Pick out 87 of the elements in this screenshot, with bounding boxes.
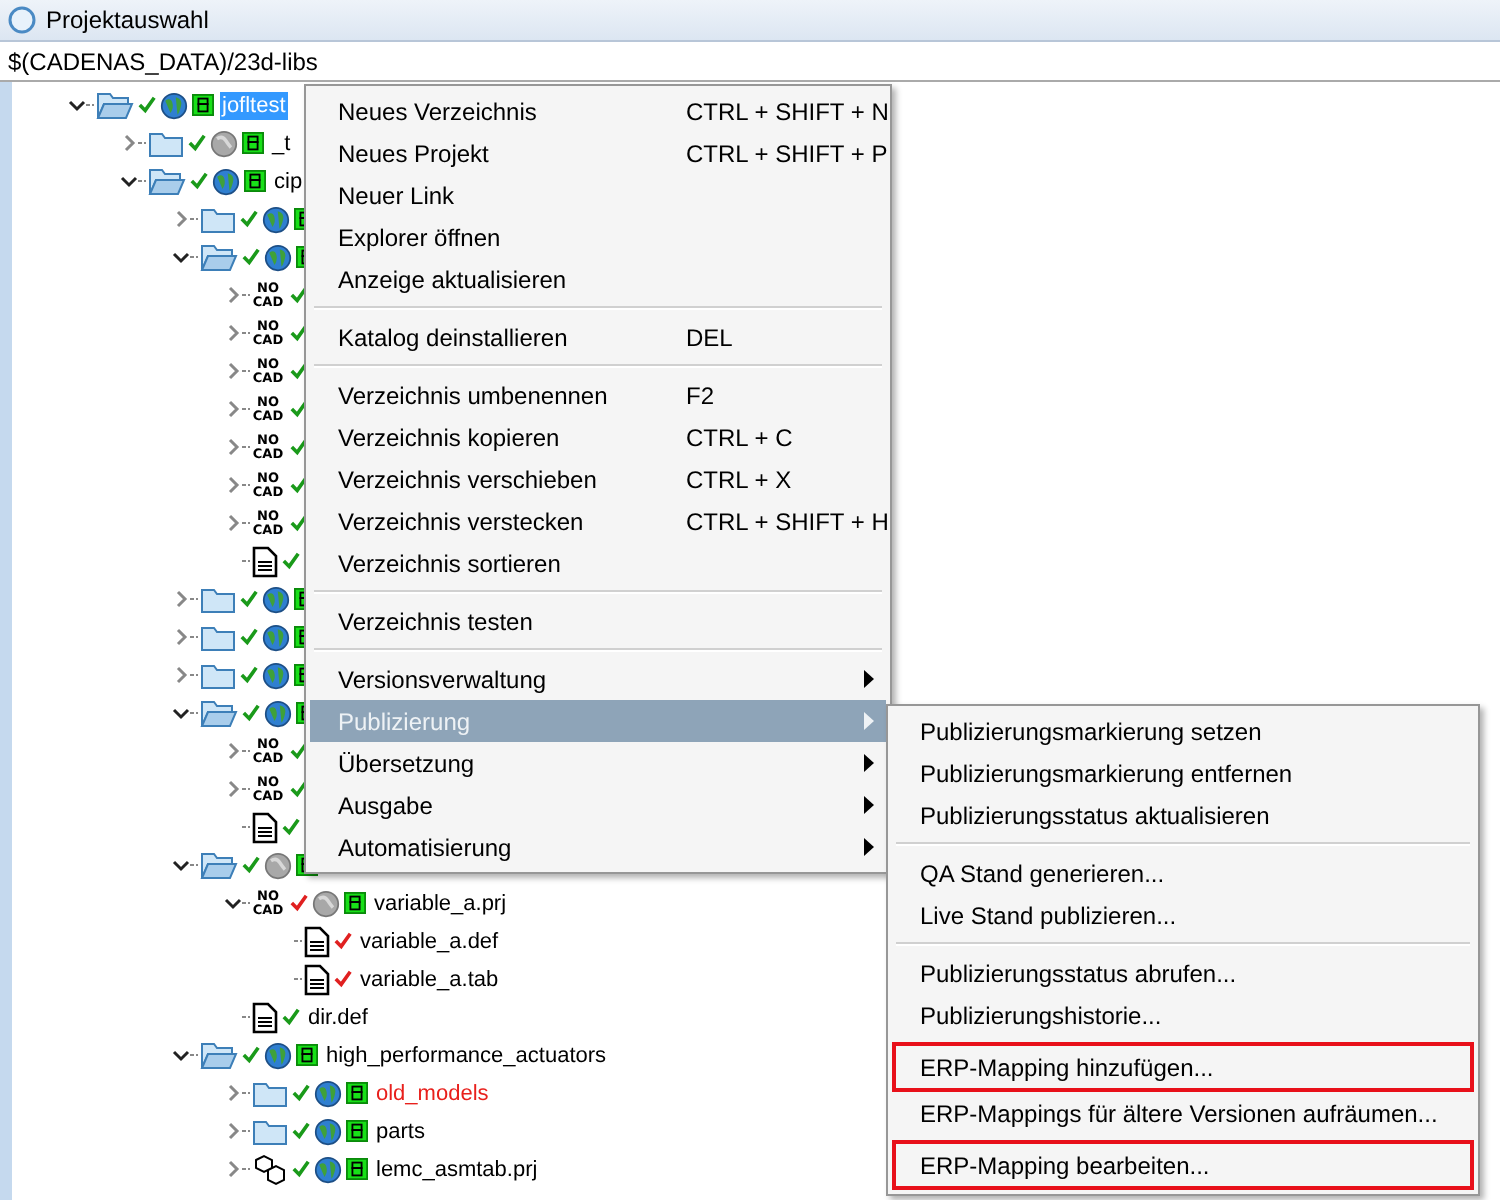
menu-item[interactable]: Katalog deinstallieren DEL [310,316,886,358]
open-folder-icon [200,850,238,880]
folder-icon [200,204,236,234]
menu-item[interactable]: Anzeige aktualisieren [310,258,886,300]
tree-item[interactable]: variable_a.prj [372,889,509,917]
menu-item[interactable]: Ausgabe [310,784,886,826]
menu-item[interactable]: Übersetzung [310,742,886,784]
submenu-arrow-icon [864,796,874,814]
chevron-right-icon[interactable] [223,286,241,304]
menu-item[interactable]: Neues Projekt CTRL + SHIFT + P [310,132,886,174]
tree-item[interactable]: old_models [374,1079,491,1107]
tree-item[interactable]: lemc_asmtab.prj [374,1155,540,1183]
folder-icon [252,1116,288,1146]
menu-item[interactable]: Live Stand publizieren... [892,894,1474,936]
document-icon [304,963,330,995]
open-folder-icon [200,242,238,272]
folder-icon [148,128,184,158]
chevron-down-icon[interactable] [171,1046,189,1064]
menu-item[interactable]: Verzeichnis testen [310,600,886,642]
chevron-right-icon[interactable] [223,476,241,494]
chevron-right-icon[interactable] [223,514,241,532]
menu-item[interactable]: Neuer Link [310,174,886,216]
document-icon [252,1001,278,1033]
app-icon [8,6,36,34]
menu-item[interactable]: Publizierungsstatus aktualisieren [892,794,1474,836]
chevron-right-icon[interactable] [223,438,241,456]
chevron-right-icon[interactable] [223,1084,241,1102]
menu-item[interactable]: QA Stand generieren... [892,852,1474,894]
chevron-down-icon[interactable] [171,248,189,266]
document-icon [252,811,278,843]
chevron-down-icon[interactable] [171,856,189,874]
path-text: $(CADENAS_DATA)/23d-libs [8,47,318,75]
submenu-arrow-icon [864,670,874,688]
folder-icon [200,622,236,652]
menu-item[interactable]: Verzeichnis sortieren [310,542,886,584]
tree-item[interactable]: variable_a.tab [358,965,501,993]
menu-item[interactable]: Automatisierung [310,826,886,868]
menu-item[interactable]: Publizierungshistorie... [892,994,1474,1036]
menu-item[interactable]: ERP-Mapping bearbeiten... [892,1140,1474,1190]
menu-item[interactable]: Verzeichnis verstecken CTRL + SHIFT + H [310,500,886,542]
chevron-right-icon[interactable] [171,628,189,646]
chevron-right-icon[interactable] [223,324,241,342]
menu-item[interactable]: Publizierungsstatus abrufen... [892,952,1474,994]
open-folder-icon [200,1040,238,1070]
chevron-down-icon[interactable] [67,96,85,114]
menu-item[interactable]: Publizierungsmarkierung entfernen [892,752,1474,794]
tree-item[interactable]: variable_a.def [358,927,501,955]
chevron-right-icon[interactable] [119,134,137,152]
menu-item[interactable]: Neues Verzeichnis CTRL + SHIFT + N [310,90,886,132]
menu-item[interactable]: ERP-Mapping hinzufügen... [892,1042,1474,1092]
tree-item[interactable]: high_performance_actuators [324,1041,609,1069]
tree-item[interactable]: cip [272,167,305,195]
chevron-right-icon[interactable] [223,1160,241,1178]
tree-item[interactable]: parts [374,1117,427,1145]
menu-item[interactable]: Verzeichnis kopieren CTRL + C [310,416,886,458]
chevron-right-icon[interactable] [223,1122,241,1140]
menu-item[interactable]: Versionsverwaltung [310,658,886,700]
open-folder-icon [148,166,186,196]
chevron-right-icon[interactable] [223,362,241,380]
chevron-right-icon[interactable] [223,780,241,798]
open-folder-icon [200,698,238,728]
chevron-right-icon[interactable] [223,742,241,760]
chevron-right-icon[interactable] [171,210,189,228]
open-folder-icon [96,90,134,120]
chevron-down-icon[interactable] [223,894,241,912]
chevron-right-icon[interactable] [171,590,189,608]
chevron-down-icon[interactable] [119,172,137,190]
tree-item[interactable]: dir.def [306,1003,370,1031]
document-icon [304,925,330,957]
folder-icon [200,584,236,614]
submenu-arrow-icon [864,838,874,856]
folder-icon [200,660,236,690]
menu-item[interactable]: Publizierungsmarkierung setzen [892,710,1474,752]
menu-item[interactable]: Explorer öffnen [310,216,886,258]
window-title: Projektauswahl [46,6,209,34]
chevron-down-icon[interactable] [171,704,189,722]
menu-item[interactable]: ERP-Mappings für ältere Versionen aufräumen... [892,1092,1474,1134]
submenu-arrow-icon [864,712,874,730]
chevron-right-icon[interactable] [171,666,189,684]
menu-item[interactable]: Verzeichnis umbenennen F2 [310,374,886,416]
folder-icon [252,1078,288,1108]
chevron-right-icon[interactable] [223,400,241,418]
tree-item[interactable]: _t [270,129,293,157]
submenu-arrow-icon [864,754,874,772]
cubes-icon [252,1153,288,1185]
document-icon [252,545,278,577]
menu-item[interactable]: Verzeichnis verschieben CTRL + X [310,458,886,500]
